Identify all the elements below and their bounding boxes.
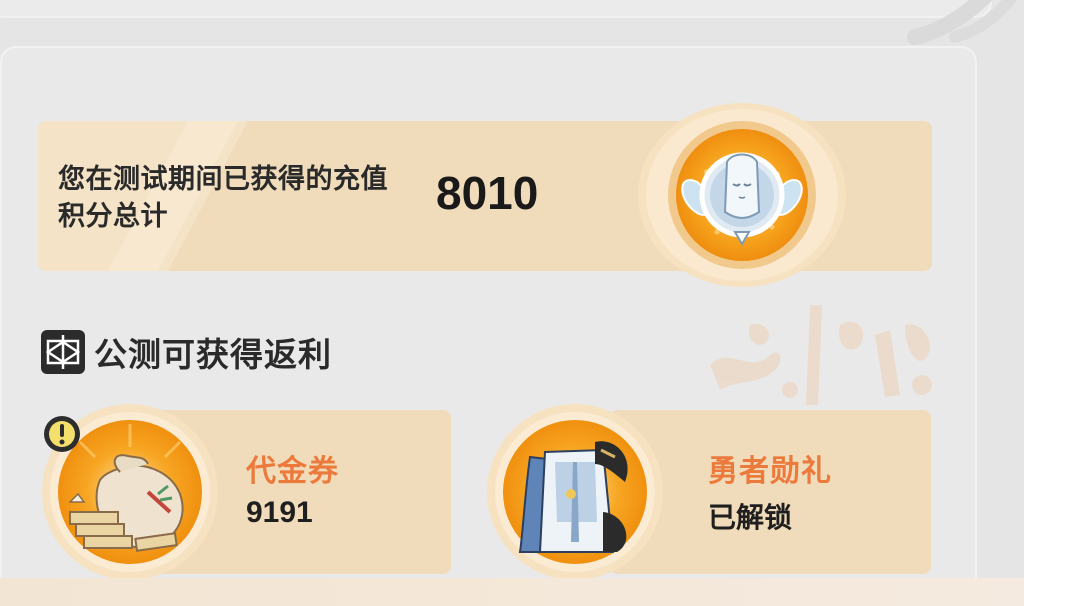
previous-card-edge <box>0 0 990 16</box>
rebate-page: 您在测试期间已获得的充值积分总计 8010 公测可获得返利 代金券 9191 勇… <box>0 0 1080 606</box>
alert-icon[interactable] <box>42 414 82 454</box>
bottom-card-edge <box>0 578 1024 606</box>
watermark-emblem-icon <box>710 305 932 405</box>
rebate-section-header: 公测可获得返利 <box>40 328 332 376</box>
reward-name: 勇者勋礼 <box>708 454 832 489</box>
reward-value: 已解锁 <box>708 501 793 534</box>
goddess-medal-icon <box>638 103 846 287</box>
recharge-points-label: 您在测试期间已获得的充值积分总计 <box>58 164 388 232</box>
recharge-points-value: 8010 <box>436 167 539 219</box>
decorative-swoosh-icon <box>907 0 1018 45</box>
right-margin <box>1024 0 1080 606</box>
rebate-gift-icon <box>41 330 85 374</box>
reward-value: 9191 <box>246 496 313 529</box>
section-title: 公测可获得返利 <box>94 335 332 374</box>
hero-outfit-icon <box>487 404 663 580</box>
reward-name: 代金券 <box>246 454 339 489</box>
